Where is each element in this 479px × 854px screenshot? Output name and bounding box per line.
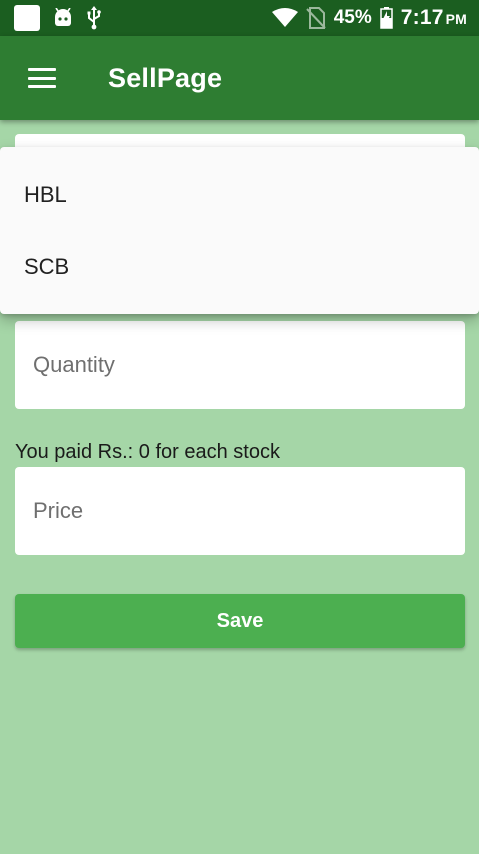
square-notification-icon [14, 5, 40, 31]
clock: 7:17 PM [401, 6, 467, 30]
dropdown-item-hbl[interactable]: HBL [0, 159, 479, 231]
battery-charging-icon [380, 7, 393, 29]
no-sim-icon [305, 7, 326, 29]
stock-dropdown-menu: HBL SCB [0, 147, 479, 314]
status-left-icons [14, 5, 102, 31]
price-input[interactable]: Price [15, 467, 465, 555]
quantity-input[interactable]: Quantity [15, 321, 465, 409]
page-title: SellPage [108, 62, 223, 93]
status-right-icons: 45% 7:17 PM [271, 6, 467, 30]
battery-percentage: 45% [333, 7, 372, 28]
app-bar: SellPage [0, 36, 479, 120]
status-bar: 45% 7:17 PM [0, 0, 479, 36]
save-button[interactable]: Save [15, 594, 465, 648]
clock-ampm: PM [445, 11, 467, 27]
wifi-icon [271, 8, 298, 28]
dropdown-item-scb[interactable]: SCB [0, 231, 479, 303]
paid-info-text: You paid Rs.: 0 for each stock [15, 441, 280, 463]
hamburger-icon [28, 68, 56, 88]
usb-icon [86, 6, 102, 30]
menu-button[interactable] [0, 36, 84, 120]
clock-time: 7:17 [400, 6, 444, 29]
android-icon [52, 8, 74, 28]
